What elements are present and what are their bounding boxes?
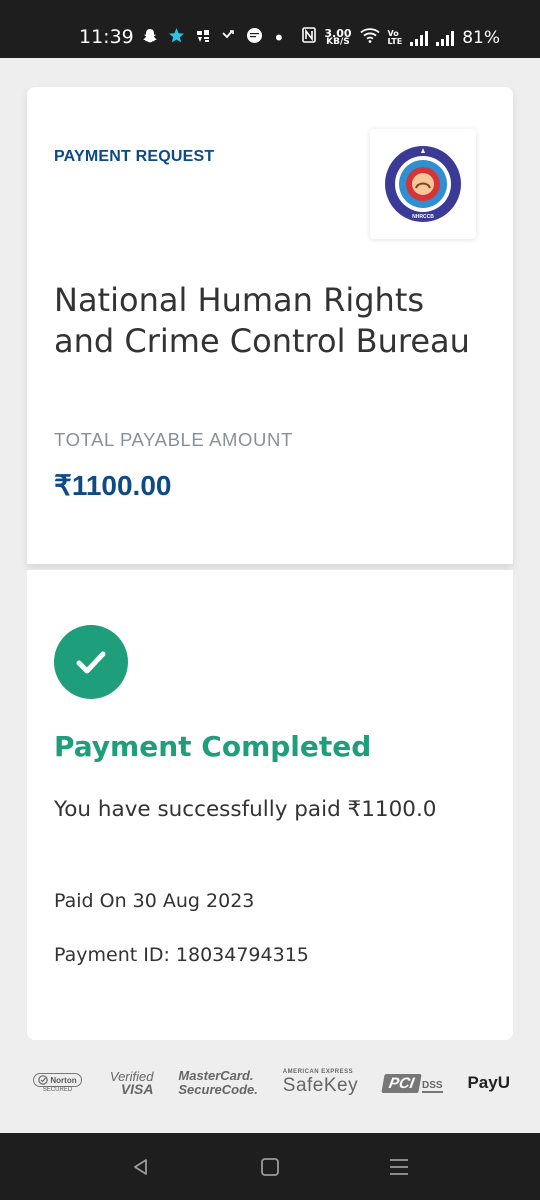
missed-call-icon bbox=[221, 28, 236, 47]
security-badges: Norton SECURED Verified VISA MasterCard.… bbox=[30, 1063, 510, 1103]
merchant-name: National Human Rights and Crime Control … bbox=[54, 281, 470, 360]
payment-status-title: Payment Completed bbox=[54, 730, 372, 763]
amex-safekey-logo: AMERICAN EXPRESS SafeKey bbox=[282, 1069, 359, 1096]
merchant-logo: NHRCCB bbox=[370, 129, 476, 239]
snapchat-icon bbox=[142, 28, 158, 48]
signal-icon bbox=[410, 30, 429, 46]
home-icon[interactable] bbox=[258, 1155, 282, 1179]
verified-by-visa-logo: Verified VISA bbox=[109, 1069, 154, 1097]
volte-indicator: Vo LTE bbox=[387, 28, 403, 46]
norton-secured-logo: Norton SECURED bbox=[30, 1073, 85, 1093]
system-icons: 3.00 KB/S Vo LTE 81% bbox=[302, 27, 500, 48]
paid-on-date: Paid On 30 Aug 2023 bbox=[54, 890, 255, 912]
total-payable-label: TOTAL PAYABLE AMOUNT bbox=[54, 429, 293, 450]
norton-check-icon bbox=[38, 1075, 49, 1085]
payment-result-card: Payment Completed You have successfully … bbox=[27, 570, 513, 1040]
status-time: 11:39 bbox=[79, 26, 134, 48]
nfc-icon bbox=[302, 27, 317, 48]
star-icon bbox=[168, 27, 185, 48]
success-badge bbox=[54, 625, 128, 699]
back-icon[interactable] bbox=[129, 1155, 153, 1179]
logo-caption: NHRCCB bbox=[412, 214, 434, 220]
notification-icons: • bbox=[142, 27, 285, 48]
status-bar: 11:39 • 3.00 KB/S Vo LTE 81% bbox=[0, 0, 540, 58]
app-icon bbox=[195, 28, 211, 48]
check-icon bbox=[76, 651, 106, 674]
payment-summary-card: PAYMENT REQUEST NHRCCB National Human Ri… bbox=[27, 87, 513, 564]
data-speed: 3.00 KB/S bbox=[324, 26, 352, 47]
battery-level: 81% bbox=[462, 27, 500, 48]
wifi-icon bbox=[359, 27, 380, 48]
mastercard-securecode-logo: MasterCard. SecureCode. bbox=[178, 1068, 258, 1097]
payment-id: Payment ID: 18034794315 bbox=[54, 944, 309, 966]
recents-icon[interactable] bbox=[387, 1155, 411, 1179]
payu-logo: PayU bbox=[467, 1073, 510, 1092]
payment-message: You have successfully paid ₹1100.0 bbox=[54, 797, 437, 822]
navigation-bar bbox=[0, 1133, 540, 1200]
pci-dss-logo: PCI DSS bbox=[381, 1073, 443, 1093]
payment-request-label: PAYMENT REQUEST bbox=[54, 148, 215, 165]
dot-icon: • bbox=[273, 25, 285, 50]
chat-icon bbox=[246, 27, 263, 48]
signal-icon bbox=[436, 30, 455, 46]
total-amount: ₹1100.00 bbox=[54, 470, 172, 501]
